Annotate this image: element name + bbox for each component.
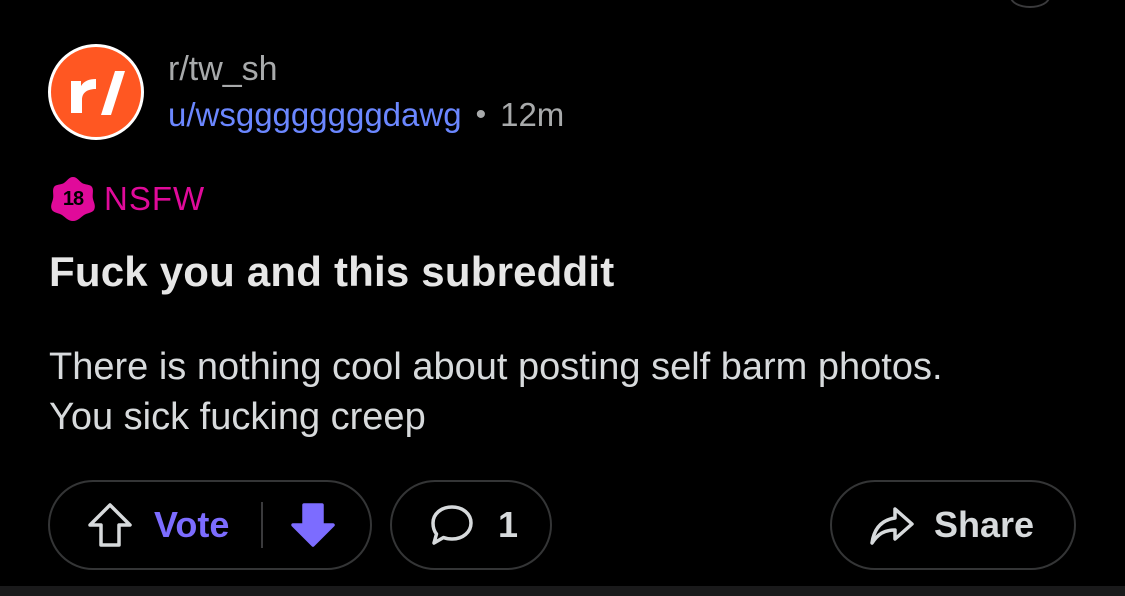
subreddit-avatar[interactable] [48, 44, 144, 140]
arrow-up-outline-icon [88, 503, 132, 547]
vote-bar: Vote [48, 480, 372, 570]
post-time: 12m [500, 96, 565, 133]
post-card: r/tw_sh u/wsggggggggdawg • 12m 18 NSFW F… [0, 0, 1125, 586]
post-body[interactable]: There is nothing cool about posting self… [49, 342, 969, 442]
byline: u/wsggggggggdawg • 12m [168, 93, 564, 137]
nsfw-18-icon: 18 [50, 176, 96, 222]
share-label: Share [934, 504, 1035, 545]
subreddit-name[interactable]: r/tw_sh [168, 47, 564, 91]
reddit-r-slash-logo-icon [71, 71, 125, 115]
meta-separator: • [475, 98, 487, 131]
comment-count: 1 [498, 504, 519, 545]
vote-divider [261, 502, 264, 548]
vote-label: Vote [154, 504, 230, 545]
arrow-down-filled-icon [291, 503, 336, 547]
downvote-button[interactable] [289, 501, 337, 549]
comment-bar: 1 [390, 480, 552, 570]
author-username[interactable]: u/wsggggggggdawg [168, 93, 462, 137]
nsfw-tag: 18 NSFW [50, 176, 205, 222]
top-edge-decoration [1010, 0, 1050, 8]
comments-button[interactable]: 1 [428, 501, 518, 549]
post-title[interactable]: Fuck you and this subreddit [49, 248, 614, 296]
nsfw-label: NSFW [104, 180, 206, 217]
upvote-button[interactable]: Vote [86, 501, 229, 549]
share-button[interactable]: Share [868, 501, 1034, 549]
bottom-separator [0, 586, 1125, 596]
share-arrow-icon [870, 507, 914, 545]
speech-bubble-icon [431, 505, 473, 545]
post-meta: r/tw_sh u/wsggggggggdawg • 12m [168, 47, 564, 137]
post-header: r/tw_sh u/wsggggggggdawg • 12m [48, 44, 564, 140]
share-bar: Share [830, 480, 1076, 570]
nsfw-badge-number: 18 [62, 187, 84, 210]
